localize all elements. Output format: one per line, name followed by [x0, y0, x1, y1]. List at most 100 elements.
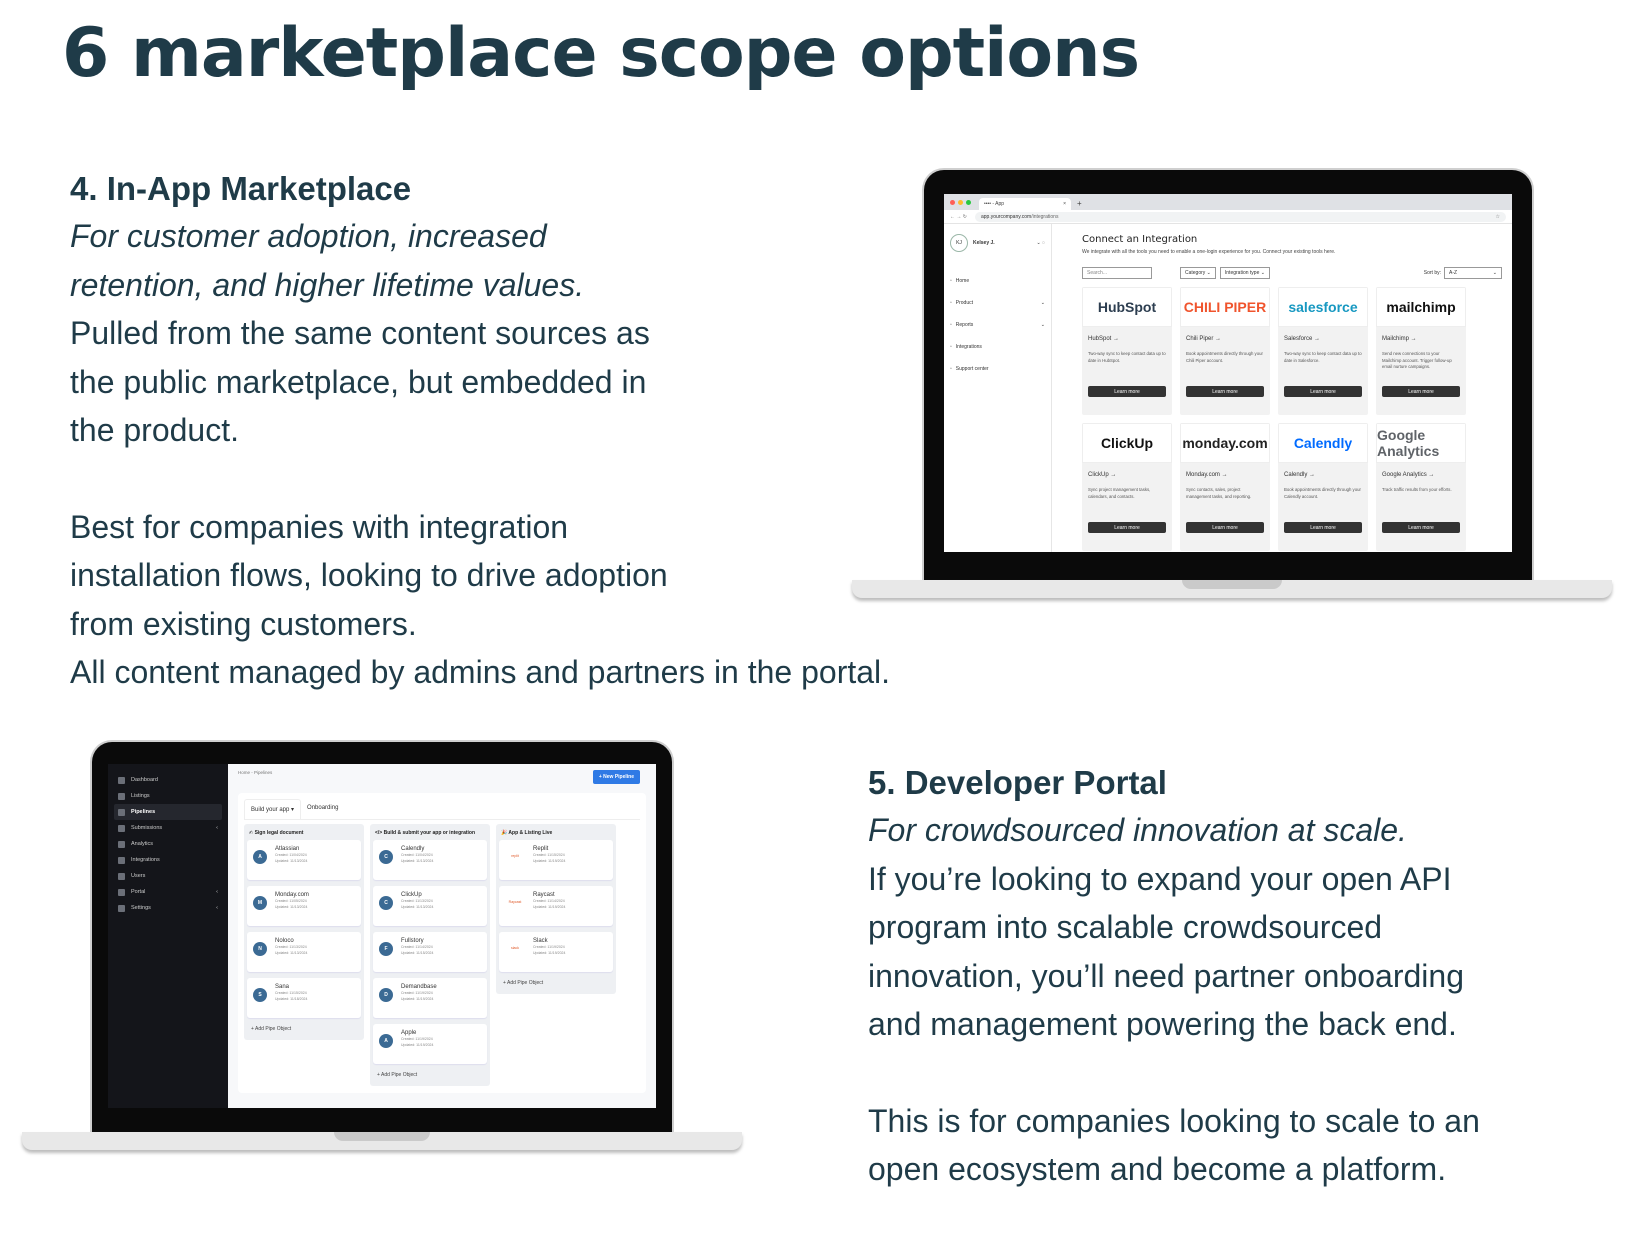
- portal-nav-settings[interactable]: Settings ‹: [114, 900, 222, 916]
- maximize-window-icon[interactable]: [966, 199, 971, 205]
- pipe-object-card[interactable]: C ClickUp Created: 11/13/2024 Updated: 11/1…: [373, 886, 487, 926]
- page-subheading: We integrate with all the tools you need…: [1082, 249, 1336, 255]
- updated-date: Updated: 11/19/2024: [533, 859, 566, 863]
- chevron-left-icon[interactable]: ‹: [216, 889, 218, 895]
- portal-nav-listings[interactable]: Listings: [114, 788, 222, 804]
- integration-card[interactable]: CHILI PIPER Chili Piper → Book appointment…: [1180, 287, 1270, 415]
- integration-name-link[interactable]: ClickUp →: [1082, 463, 1172, 478]
- integration-name: ClickUp: [1088, 472, 1109, 478]
- bookmark-star-icon[interactable]: ☆: [1496, 214, 1500, 220]
- pipe-object-card[interactable]: M Monday.com Created: 11/05/2024 Updated: 1…: [247, 886, 361, 926]
- integration-card[interactable]: HubSpot HubSpot → Two-way sync to keep con…: [1082, 287, 1172, 415]
- pipe-object-card[interactable]: A Atlassian Created: 11/04/2024 Updated: 11…: [247, 840, 361, 880]
- integration-name-link[interactable]: Mailchimp →: [1376, 327, 1466, 342]
- avatar: F: [379, 942, 393, 956]
- pipe-object-info: Noloco Created: 11/13/2024 Updated: 11/13/…: [275, 938, 307, 956]
- chevron-left-icon[interactable]: ‹: [216, 825, 218, 831]
- sidebar-item-reports[interactable]: ▫ Reports ⌄: [950, 314, 1045, 336]
- sidebar-item-support-center[interactable]: ▫ Support center: [950, 358, 1045, 380]
- pipe-object-card[interactable]: C Calendly Created: 11/04/2024 Updated: 11/…: [373, 840, 487, 880]
- bell-icon[interactable]: ⌄ ◌: [1036, 240, 1045, 246]
- search-input[interactable]: Search...: [1082, 267, 1152, 279]
- tab-onboarding[interactable]: Onboarding: [301, 799, 344, 819]
- learn-more-button[interactable]: Learn more: [1186, 522, 1264, 533]
- portal-nav-pipelines[interactable]: Pipelines: [114, 804, 222, 820]
- learn-more-button[interactable]: Learn more: [1186, 386, 1264, 397]
- integration-card[interactable]: monday.com Monday.com → Sync contacts, sal…: [1180, 423, 1270, 551]
- portal-nav-integrations[interactable]: Integrations: [114, 852, 222, 868]
- chevron-down-icon[interactable]: ⌄: [1041, 300, 1045, 306]
- updated-date: Updated: 11/13/2024: [275, 951, 308, 955]
- section-tagline: For crowdsourced innovation at scale.: [868, 812, 1407, 848]
- portal-nav-portal[interactable]: Portal ‹: [114, 884, 222, 900]
- chevron-left-icon[interactable]: ‹: [216, 905, 218, 911]
- portal-nav-main: Dashboard: [118, 776, 158, 784]
- integration-name-link[interactable]: HubSpot →: [1082, 327, 1172, 342]
- learn-more-button[interactable]: Learn more: [1088, 386, 1166, 397]
- integration-card[interactable]: Calendly Calendly → Book appointments dire…: [1278, 423, 1368, 551]
- tab-build-your-app[interactable]: Build your app ▾: [244, 799, 302, 819]
- reload-icon[interactable]: ↻: [963, 214, 967, 220]
- pipe-object-card[interactable]: Raycast Raycast Created: 11/14/2024 Updated…: [499, 886, 613, 926]
- back-icon[interactable]: ←: [950, 214, 955, 220]
- portal-nav-analytics[interactable]: Analytics: [114, 836, 222, 852]
- integration-type-dropdown[interactable]: Integration type ⌄: [1219, 267, 1270, 279]
- integration-card[interactable]: salesforce Salesforce → Two-way sync to ke…: [1278, 287, 1368, 415]
- learn-more-button[interactable]: Learn more: [1088, 522, 1166, 533]
- new-pipeline-button[interactable]: + New Pipeline: [592, 770, 640, 784]
- learn-more-button[interactable]: Learn more: [1284, 386, 1362, 397]
- integration-name-link[interactable]: Calendly →: [1278, 463, 1368, 478]
- portal-nav-label: Dashboard: [131, 777, 158, 783]
- user-menu[interactable]: KJ Kelsey J. ⌄ ◌: [950, 234, 1045, 252]
- pipe-object-card[interactable]: N Noloco Created: 11/13/2024 Updated: 11/13…: [247, 932, 361, 972]
- pipe-object-card[interactable]: slack Slack Created: 11/19/2024 Updated: 11…: [499, 932, 613, 972]
- integrations-main: Connect an Integration We integrate with…: [1052, 224, 1512, 552]
- add-pipe-object-button[interactable]: + Add Pipe Object: [499, 978, 613, 988]
- forward-icon[interactable]: →: [956, 214, 961, 220]
- pipe-object-card[interactable]: replit Replit Created: 11/15/2024 Updated: …: [499, 840, 613, 880]
- portal-nav-users[interactable]: Users: [114, 868, 222, 884]
- browser-tab-bar: •••• - App × +: [944, 194, 1512, 210]
- pipe-object-card[interactable]: S Sana Created: 11/15/2024 Updated: 11/18/2…: [247, 978, 361, 1018]
- sidebar-item-main: ▫ Reports: [950, 322, 973, 328]
- page-title: 6 marketplace scope options: [62, 14, 1140, 93]
- sidebar-item-home[interactable]: ▫ Home: [950, 270, 1045, 292]
- pipe-object-info: Fullstory Created: 11/14/2024 Updated: 11/…: [401, 938, 433, 956]
- integration-name-link[interactable]: Google Analytics →: [1376, 463, 1466, 478]
- sidebar-item-integrations[interactable]: ▫ Integrations: [950, 336, 1045, 358]
- close-window-icon[interactable]: [950, 199, 955, 205]
- close-tab-icon[interactable]: ×: [1063, 201, 1066, 207]
- integration-name-link[interactable]: Chili Piper →: [1180, 327, 1270, 342]
- pipe-object-card[interactable]: D Demandbase Created: 11/19/2024 Updated: 1…: [373, 978, 487, 1018]
- sidebar-item-product[interactable]: ▫ Product ⌄: [950, 292, 1045, 314]
- sidebar-item-label: Integrations: [955, 344, 982, 350]
- pipe-object-card[interactable]: F Fullstory Created: 11/14/2024 Updated: 11…: [373, 932, 487, 972]
- avatar: C: [379, 896, 393, 910]
- learn-more-button[interactable]: Learn more: [1382, 522, 1460, 533]
- learn-more-button[interactable]: Learn more: [1382, 386, 1460, 397]
- integration-name-link[interactable]: Monday.com →: [1180, 463, 1270, 478]
- learn-more-button[interactable]: Learn more: [1284, 522, 1362, 533]
- new-tab-icon[interactable]: +: [1077, 198, 1082, 210]
- pipelines-main: Home - Pipelines + New Pipeline Build yo…: [228, 764, 656, 1108]
- category-dropdown[interactable]: Category ⌄: [1180, 267, 1216, 279]
- sidebar-item-label: Reports: [955, 322, 974, 328]
- integration-logo: CHILI PIPER: [1180, 287, 1270, 327]
- integration-logo: ClickUp: [1082, 423, 1172, 463]
- minimize-window-icon[interactable]: [958, 199, 963, 205]
- url-input[interactable]: app.yourcompany.com/integrations ☆: [974, 211, 1506, 222]
- portal-nav-submissions[interactable]: Submissions ‹: [114, 820, 222, 836]
- sort-dropdown[interactable]: A-Z ⌄: [1444, 267, 1502, 279]
- portal-nav-label: Analytics: [131, 841, 154, 847]
- integration-card[interactable]: mailchimp Mailchimp → Send new connections…: [1376, 287, 1466, 415]
- browser-tab[interactable]: •••• - App ×: [979, 198, 1071, 210]
- pipe-object-card[interactable]: A Apple Created: 11/19/2024 Updated: 11/19/…: [373, 1024, 487, 1064]
- integration-card[interactable]: ClickUp ClickUp → Sync project management …: [1082, 423, 1172, 551]
- portal-nav-dashboard[interactable]: Dashboard: [114, 772, 222, 788]
- updated-date: Updated: 11/13/2024: [401, 859, 434, 863]
- chevron-down-icon[interactable]: ⌄: [1041, 322, 1045, 328]
- integration-name-link[interactable]: Salesforce →: [1278, 327, 1368, 342]
- add-pipe-object-button[interactable]: + Add Pipe Object: [247, 1024, 361, 1034]
- add-pipe-object-button[interactable]: + Add Pipe Object: [373, 1070, 487, 1080]
- integration-card[interactable]: Google Analytics Google Analytics → Track …: [1376, 423, 1466, 551]
